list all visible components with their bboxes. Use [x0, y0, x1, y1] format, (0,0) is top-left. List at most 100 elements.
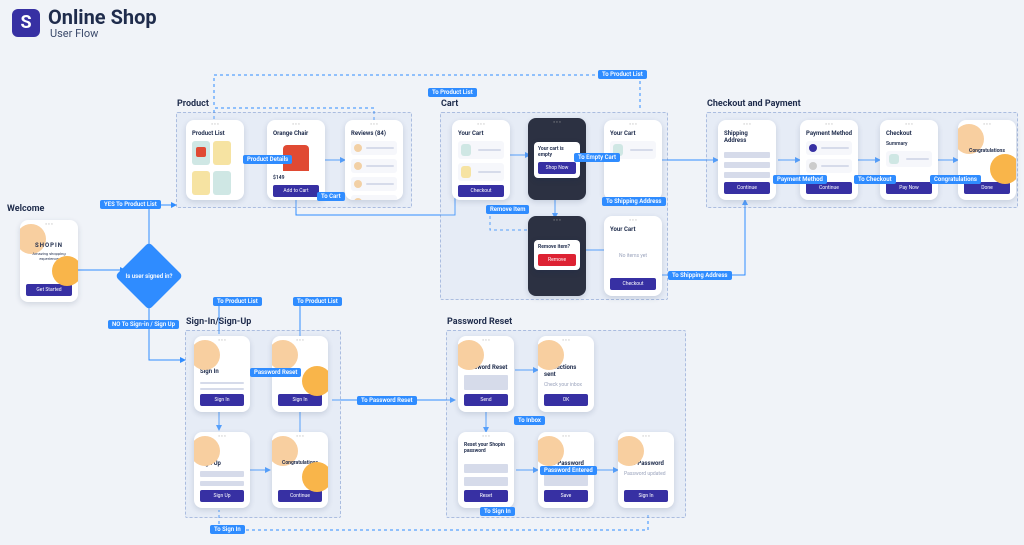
- signin-button[interactable]: Sign In: [624, 490, 668, 502]
- edge-remove-item: Remove Item: [486, 205, 529, 214]
- decision-diamond[interactable]: Is user signed in?: [125, 252, 173, 300]
- screen-signup[interactable]: • • • Sign Up Sign Up: [194, 432, 250, 508]
- edge-to-password-reset: To Password Reset: [357, 396, 417, 405]
- product-thumb-icon: [192, 141, 210, 165]
- phone-notch-icon: • • •: [553, 218, 561, 224]
- screen-pwd-done[interactable]: • • • New Password Password updated Sign…: [618, 432, 674, 508]
- phone-notch-icon: • • •: [562, 434, 570, 440]
- phone-notch-icon: • • •: [292, 122, 300, 128]
- continue-button[interactable]: Continue: [724, 182, 770, 194]
- edge-to-checkout: To Checkout: [854, 175, 896, 184]
- screen-shipping[interactable]: • • • Shipping Address Continue: [718, 120, 776, 200]
- phone-notch-icon: • • •: [482, 434, 490, 440]
- edge-yes-product: YES To Product List: [100, 200, 161, 209]
- title: Payment Method: [806, 130, 852, 137]
- review-row: [351, 195, 397, 200]
- decor-blob: [302, 366, 328, 396]
- title: Orange Chair: [273, 130, 319, 137]
- checkout-button[interactable]: Checkout: [610, 278, 656, 290]
- signin-button[interactable]: Sign In: [200, 394, 244, 406]
- screen-cart[interactable]: • • • Your Cart Checkout: [452, 120, 510, 200]
- screen-signin[interactable]: • • • Sign In Sign In: [194, 336, 250, 412]
- phone-notch-icon: • • •: [743, 122, 751, 128]
- phone-notch-icon: • • •: [983, 122, 991, 128]
- screen-inbox[interactable]: • • • Reset your Shopin password Reset: [458, 432, 514, 508]
- item-thumb-icon: [461, 144, 471, 156]
- save-button[interactable]: Save: [544, 490, 588, 502]
- modal-title: Your cart is empty: [538, 146, 576, 158]
- zone-product-label: Product: [177, 99, 209, 109]
- phone-notch-icon: • • •: [553, 120, 561, 126]
- phone-notch-icon: • • •: [825, 122, 833, 128]
- phone-notch-icon: • • •: [477, 122, 485, 128]
- send-button[interactable]: Send: [464, 394, 508, 406]
- remove-button[interactable]: Remove: [538, 254, 576, 266]
- edge-to-product-list-top2: To Product List: [598, 70, 647, 79]
- title: Your Cart: [458, 130, 504, 137]
- modal-title: Remove item?: [538, 244, 576, 250]
- phone-notch-icon: • • •: [218, 434, 226, 440]
- edge-congrats: Congratulations: [930, 175, 981, 184]
- edge-password-entered: Password Entered: [540, 466, 597, 475]
- decor-blob: [20, 224, 46, 254]
- screen-payment[interactable]: • • • Payment Method Continue: [800, 120, 858, 200]
- product-thumb-icon: [213, 171, 231, 195]
- ok-button[interactable]: OK: [544, 394, 588, 406]
- radio-icon: [809, 144, 817, 152]
- msg: Check your inbox: [544, 382, 588, 388]
- zone-password-label: Password Reset: [447, 317, 512, 327]
- payment-row[interactable]: [806, 141, 852, 155]
- screen-checkout[interactable]: • • • Checkout Summary Pay Now: [880, 120, 938, 200]
- radio-icon: [809, 162, 817, 170]
- screen-remove-modal[interactable]: • • • Remove item? Remove: [528, 216, 586, 296]
- title: Checkout: [886, 130, 932, 137]
- reset-button[interactable]: Reset: [464, 490, 508, 502]
- avatar-icon: [354, 180, 362, 188]
- screen-welcome[interactable]: • • • SHOPIN Amazing shopping experience…: [20, 220, 78, 302]
- title: Shipping Address: [724, 130, 770, 144]
- cart-row: [458, 163, 504, 181]
- title: Reviews (84): [351, 130, 397, 137]
- signup-button[interactable]: Sign Up: [200, 490, 244, 502]
- screen-product-list[interactable]: • • • Product List: [186, 120, 244, 200]
- phone-notch-icon: • • •: [642, 434, 650, 440]
- decor-blob: [194, 340, 220, 370]
- phone-notch-icon: • • •: [370, 122, 378, 128]
- title: Product List: [192, 130, 238, 137]
- checkout-button[interactable]: Checkout: [458, 185, 504, 197]
- review-row: [351, 141, 397, 155]
- edge-no-signin: NO To Sign-in / Sign Up: [108, 320, 179, 329]
- decor-blob: [52, 256, 78, 286]
- edge-to-product-list-top: To Product List: [428, 88, 477, 97]
- screen-congrats-account[interactable]: • • • Congratulations Continue: [272, 432, 328, 508]
- decor-blob: [272, 340, 298, 370]
- app-title: Online Shop: [48, 5, 157, 29]
- add-to-cart-button[interactable]: Add to Cart: [273, 185, 319, 197]
- phone-notch-icon: • • •: [562, 338, 570, 344]
- screen-congrats[interactable]: • • • Congratulations Done: [958, 120, 1016, 200]
- screen-pwd-reset[interactable]: • • • Password Reset Send: [458, 336, 514, 412]
- decor-blob: [990, 154, 1016, 184]
- edge-to-inbox: To Inbox: [514, 416, 545, 425]
- edge-to-signin2: To Sign In: [210, 525, 245, 534]
- empty-message: No items yet: [610, 253, 656, 259]
- title: Reset your Shopin password: [464, 442, 508, 454]
- price: $149: [273, 175, 319, 181]
- avatar-icon: [354, 198, 362, 200]
- phone-notch-icon: • • •: [211, 122, 219, 128]
- edge-to-shipping: To Shipping Address: [602, 197, 666, 206]
- zone-checkout-label: Checkout and Payment: [707, 99, 801, 109]
- header: S Online Shop User Flow: [12, 5, 157, 40]
- shop-now-button[interactable]: Shop Now: [538, 162, 576, 174]
- phone-notch-icon: • • •: [482, 338, 490, 344]
- screen-instructions[interactable]: • • • Instructions sent Check your inbox…: [538, 336, 594, 412]
- screen-empty-cart[interactable]: • • • Your Cart No items yet Checkout: [604, 216, 662, 296]
- remove-modal-card: Remove item? Remove: [534, 240, 580, 270]
- payment-row[interactable]: [806, 159, 852, 173]
- screen-reviews[interactable]: • • • Reviews (84): [345, 120, 403, 200]
- welcome-label: Welcome: [7, 204, 44, 214]
- app-subtitle: User Flow: [50, 27, 157, 40]
- summary-row: [886, 151, 932, 167]
- phone-notch-icon: • • •: [629, 122, 637, 128]
- avatar-icon: [354, 162, 362, 170]
